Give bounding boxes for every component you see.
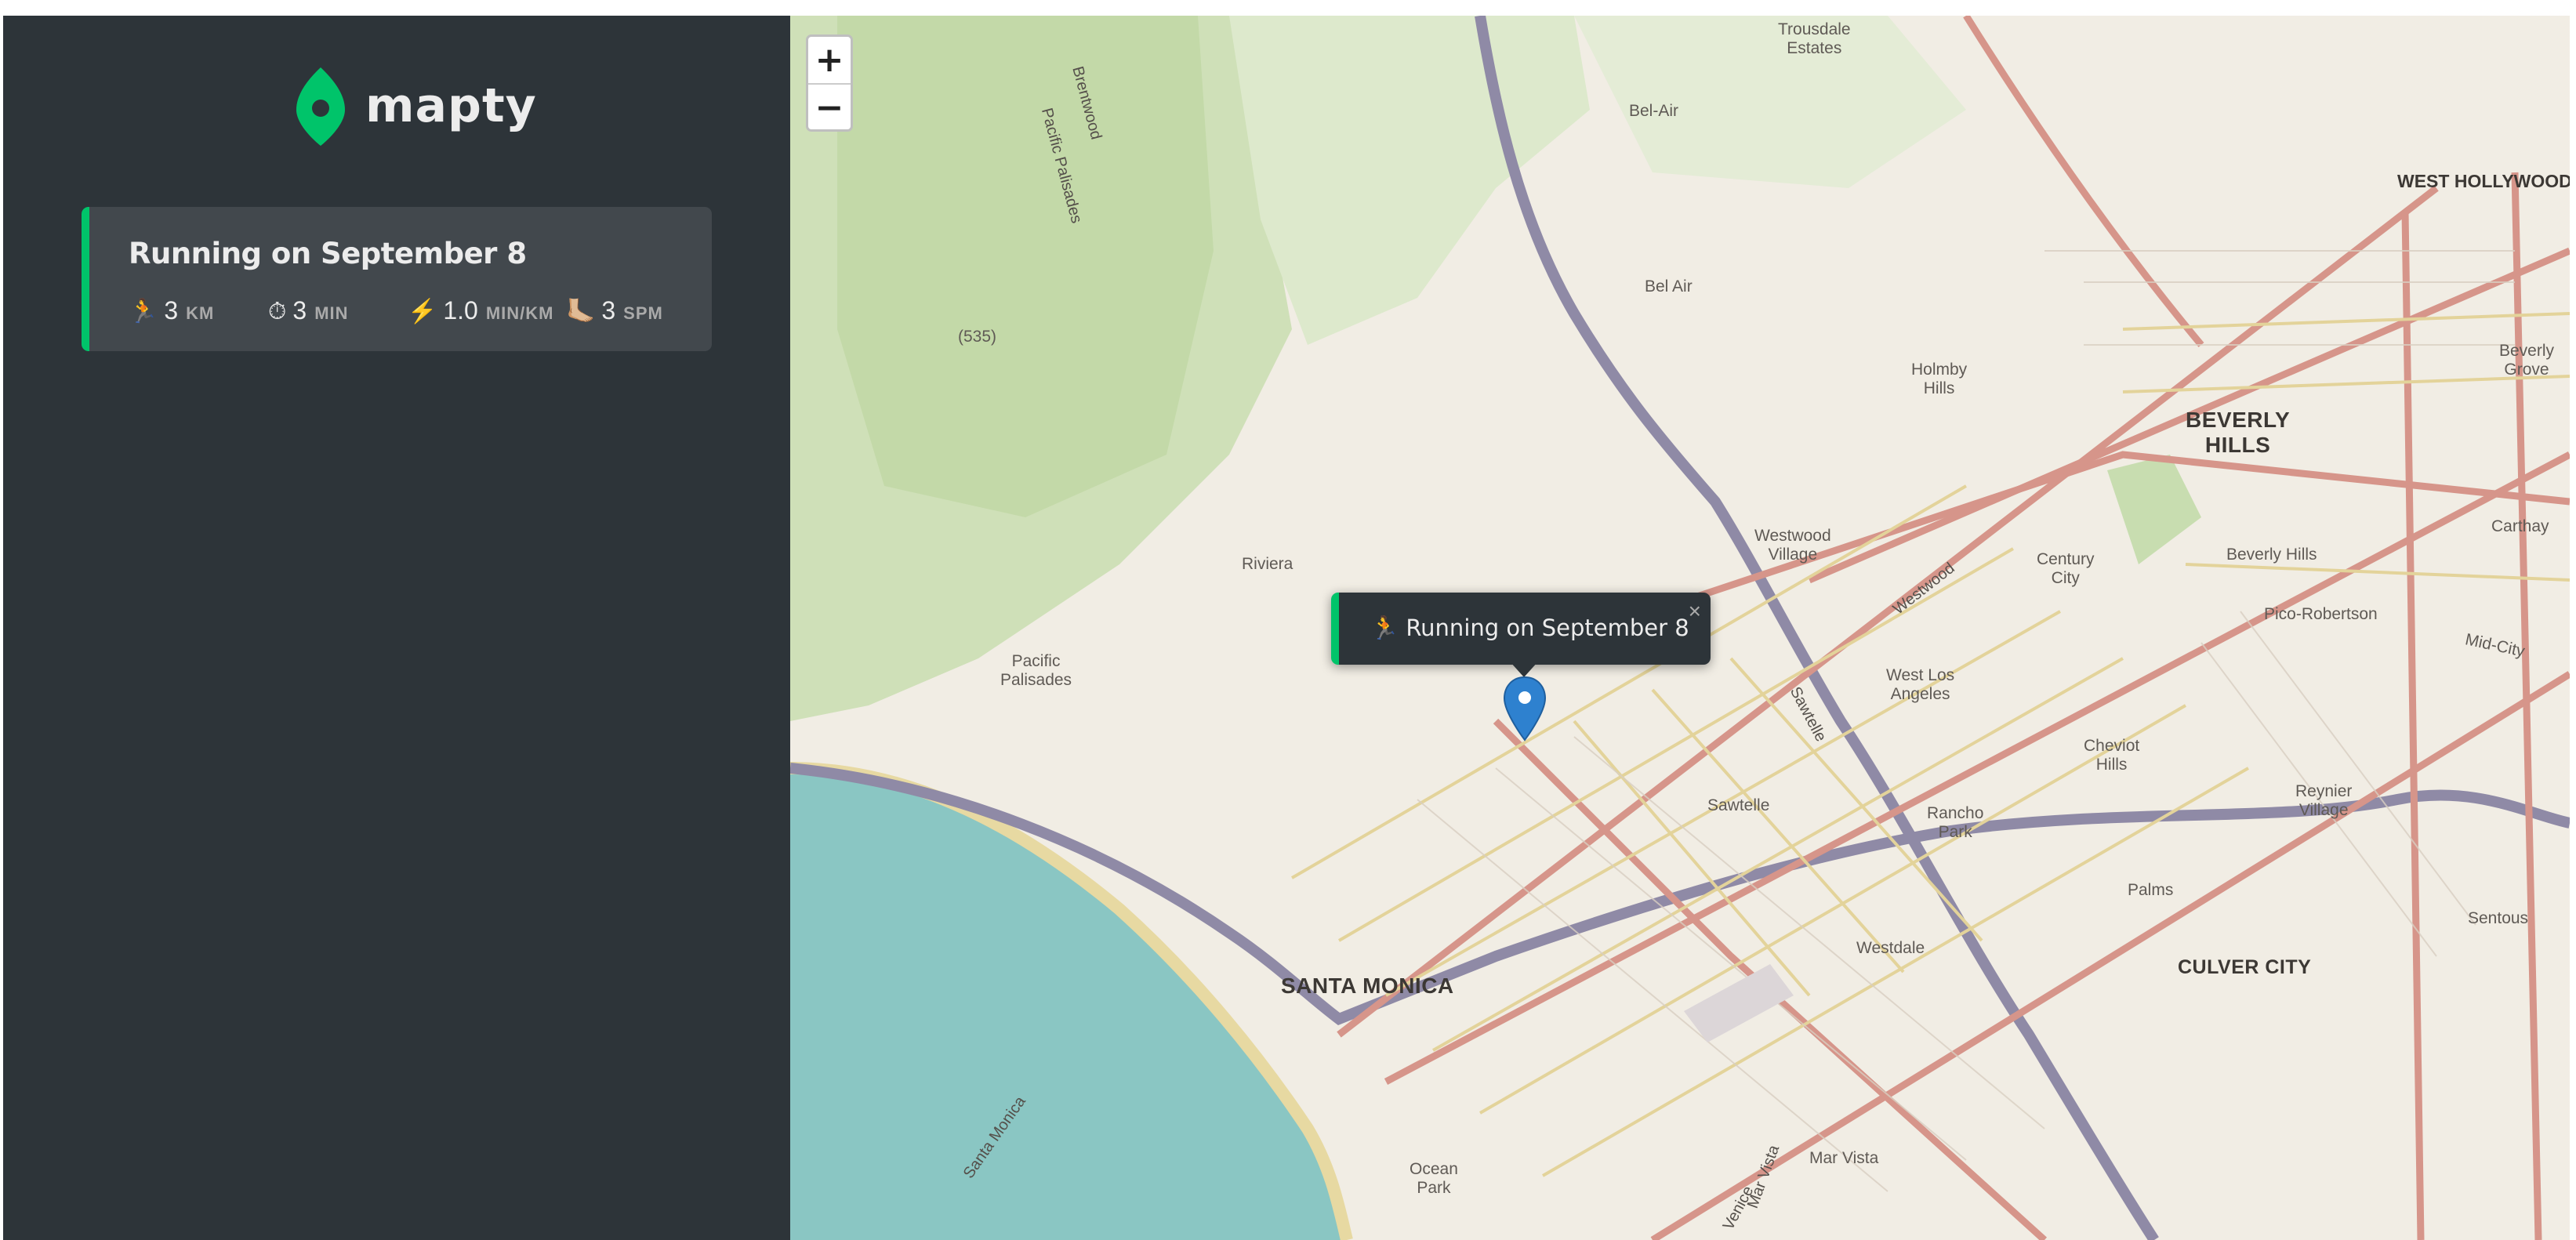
map-label: Reynier Village [2295, 782, 2353, 820]
popup-tip [1510, 662, 1538, 677]
lightning-icon: ⚡️ [408, 299, 437, 325]
map-label: Beverly Hills [2226, 546, 2317, 564]
pace-value: 1.0 [443, 296, 478, 325]
map-label: CULVER CITY [2178, 956, 2312, 978]
map-label: Ocean Park [1410, 1160, 1458, 1198]
map-label: SANTA MONICA [1281, 974, 1454, 998]
distance-value: 3 [164, 296, 179, 325]
map-label: Trousdale Estates [1778, 20, 1851, 58]
workout-title: Running on September 8 [129, 237, 527, 270]
cadence-unit: spm [623, 303, 663, 323]
logo-text: mapty [365, 78, 537, 133]
duration-unit: min [314, 303, 349, 323]
map-label: Pacific Palisades [1000, 652, 1072, 690]
workout-pace: ⚡️ 1.0 min/km [408, 296, 554, 325]
runner-icon: 🏃 [1370, 615, 1399, 641]
distance-unit: km [186, 303, 215, 323]
workout-duration: ⏱ 3 min [268, 296, 349, 325]
map-label: Westdale [1856, 939, 1925, 957]
zoom-in-button[interactable]: + [808, 37, 851, 83]
map-label: Rancho Park [1927, 804, 1984, 842]
cadence-value: 3 [601, 296, 616, 325]
map-label: Century City [2037, 550, 2095, 588]
map-label: Holmby Hills [1911, 361, 1968, 398]
workout-distance: 🏃 3 km [129, 296, 214, 325]
workout-cadence: 🦶🏼 3 spm [566, 296, 663, 325]
map-label: Bel Air [1645, 277, 1693, 295]
map-label: (535) [958, 328, 997, 346]
workout-card-running[interactable]: Running on September 8 🏃 3 km ⏱ 3 min ⚡️… [82, 207, 712, 351]
map-label: Carthay [2491, 517, 2549, 535]
map-label: Palms [2128, 881, 2174, 899]
map-marker-icon[interactable] [1502, 676, 1547, 741]
popup-text: Running on September 8 [1406, 615, 1689, 641]
zoom-out-button[interactable]: − [808, 83, 851, 131]
close-icon[interactable]: × [1689, 599, 1701, 624]
sidebar: mapty Running on September 8 🏃 3 km ⏱ 3 … [3, 16, 790, 1240]
map-label: Sentous [2468, 909, 2529, 927]
map-label: Pico-Robertson [2264, 605, 2378, 623]
map-label: Westwood Village [1754, 527, 1831, 564]
popup-content: 🏃 Running on September 8 [1370, 615, 1689, 642]
map-label: West Los Angeles [1886, 666, 1955, 704]
runner-icon: 🏃 [129, 299, 158, 325]
map-label: Mar Vista [1809, 1149, 1879, 1167]
map[interactable]: Trousdale Estates WEST HOLLYWOOD Bel-Air … [790, 16, 2570, 1240]
foot-icon: 🦶🏼 [566, 299, 596, 325]
map-label: BEVERLY HILLS [2186, 408, 2291, 458]
map-pin-icon [296, 67, 345, 146]
workout-popup[interactable]: 🏃 Running on September 8 × [1331, 593, 1711, 665]
map-label: Cheviot Hills [2084, 737, 2140, 774]
map-label: Beverly Grove [2499, 342, 2555, 379]
map-label: WEST HOLLYWOOD [2397, 171, 2570, 191]
logo: mapty [295, 63, 537, 149]
map-label: Bel-Air [1629, 102, 1679, 120]
stopwatch-icon: ⏱ [268, 299, 287, 325]
pace-unit: min/km [485, 303, 554, 323]
duration-value: 3 [292, 296, 307, 325]
zoom-control: + − [806, 34, 853, 132]
map-label: Riviera [1242, 555, 1293, 573]
map-label: Sawtelle [1707, 796, 1770, 814]
